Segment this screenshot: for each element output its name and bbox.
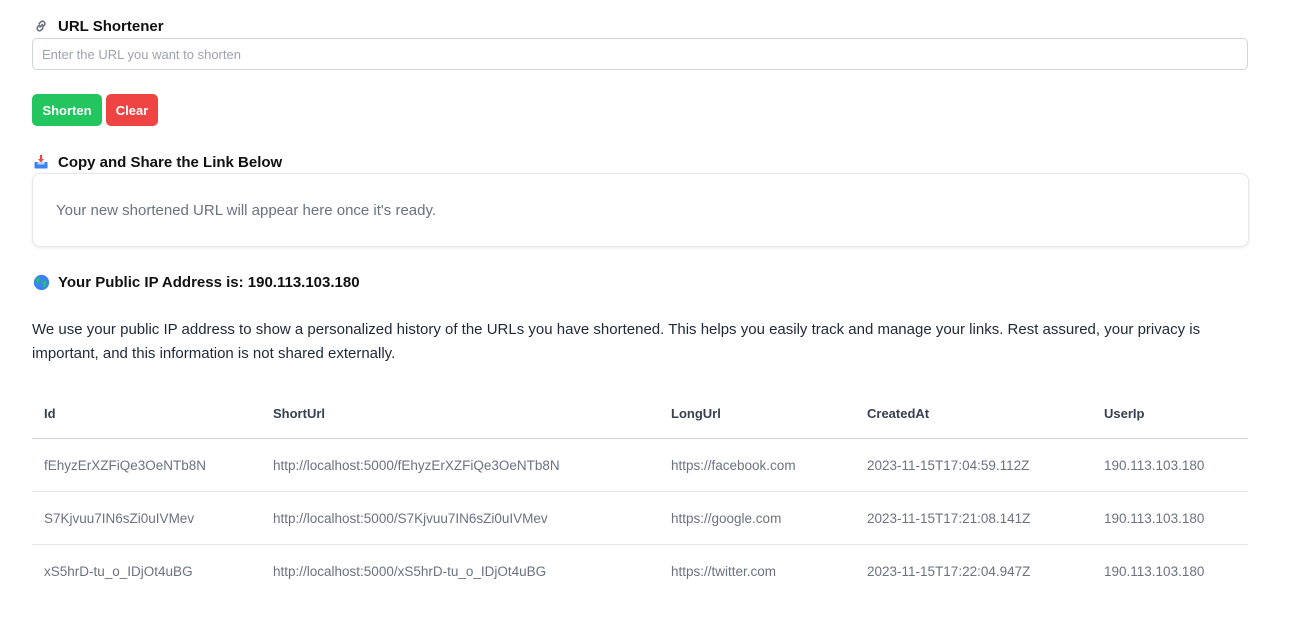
- link-icon: [32, 17, 50, 35]
- cell-user-ip: 190.113.103.180: [1104, 563, 1205, 579]
- share-title: Copy and Share the Link Below: [58, 153, 283, 171]
- cell-created-at: 2023-11-15T17:04:59.112Z: [855, 438, 1092, 492]
- url-history-table: Id ShortUrl LongUrl CreatedAt UserIp fEh…: [32, 389, 1248, 597]
- public-ip-heading: Your Public IP Address is: 190.113.103.1…: [32, 273, 360, 291]
- cell-id: S7Kjvuu7IN6sZi0uIVMev: [32, 491, 261, 545]
- column-header-short-url: ShortUrl: [261, 389, 659, 439]
- privacy-info-text: We use your public IP address to show a …: [32, 321, 1201, 362]
- url-input[interactable]: [32, 38, 1248, 70]
- shortened-url-placeholder: Your new shortened URL will appear here …: [56, 201, 437, 219]
- share-heading: Copy and Share the Link Below: [32, 153, 282, 171]
- url-shortener-title: URL Shortener: [58, 17, 164, 35]
- public-ip-title: Your Public IP Address is: 190.113.103.1…: [58, 273, 360, 291]
- cell-created-at: 2023-11-15T17:21:08.141Z: [855, 491, 1092, 545]
- table-row: xS5hrD-tu_o_IDjOt4uBG http://localhost:5…: [32, 545, 1248, 598]
- column-header-id: Id: [32, 389, 261, 439]
- cell-short-url: http://localhost:5000/fEhyzErXZFiQe3OeNT…: [261, 438, 659, 492]
- url-shortener-heading: URL Shortener: [32, 17, 164, 35]
- column-header-user-ip: UserIp: [1092, 389, 1248, 439]
- cell-id: fEhyzErXZFiQe3OeNTb8N: [32, 438, 261, 492]
- table-header-row: Id ShortUrl LongUrl CreatedAt UserIp: [32, 389, 1248, 439]
- globe-icon: [32, 273, 50, 291]
- column-header-created-at: CreatedAt: [855, 389, 1092, 439]
- shorten-button[interactable]: Shorten: [32, 94, 102, 126]
- cell-long-url: https://facebook.com: [659, 438, 855, 492]
- column-header-long-url: LongUrl: [659, 389, 855, 439]
- cell-short-url: http://localhost:5000/xS5hrD-tu_o_IDjOt4…: [273, 563, 547, 579]
- shortened-url-result-box: Your new shortened URL will appear here …: [32, 173, 1249, 247]
- cell-short-url: http://localhost:5000/S7Kjvuu7IN6sZi0uIV…: [261, 491, 659, 545]
- cell-created-at: 2023-11-15T17:22:04.947Z: [867, 563, 1031, 579]
- cell-long-url: https://twitter.com: [671, 563, 777, 579]
- table-row: fEhyzErXZFiQe3OeNTb8N http://localhost:5…: [32, 438, 1248, 492]
- cell-long-url: https://google.com: [659, 491, 855, 545]
- clear-button[interactable]: Clear: [106, 94, 158, 126]
- cell-user-ip: 190.113.103.180: [1092, 438, 1248, 492]
- cell-id: xS5hrD-tu_o_IDjOt4uBG: [44, 563, 193, 579]
- cell-user-ip: 190.113.103.180: [1092, 491, 1248, 545]
- table-row: S7Kjvuu7IN6sZi0uIVMev http://localhost:5…: [32, 491, 1248, 545]
- inbox-tray-icon: [32, 153, 50, 171]
